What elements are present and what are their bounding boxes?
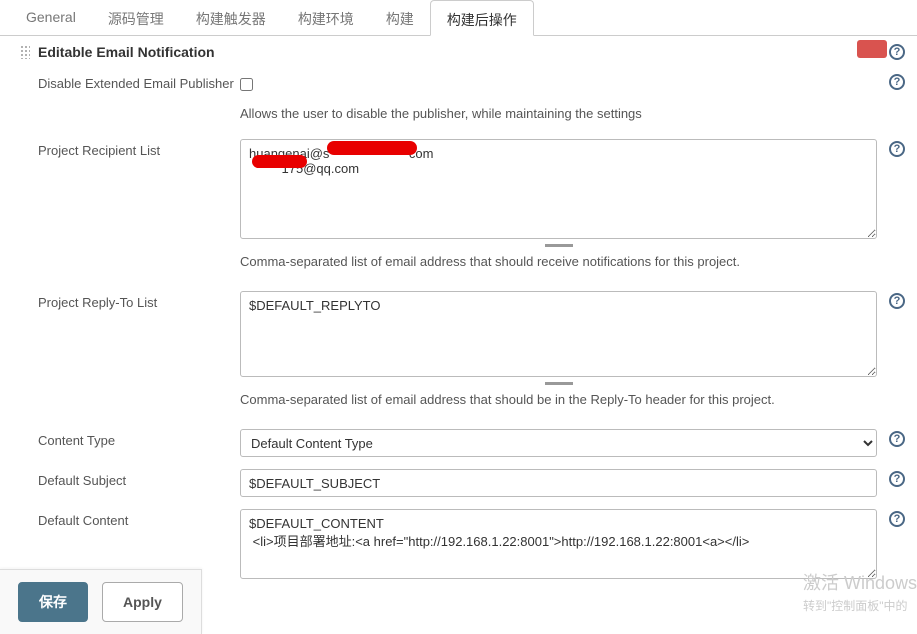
tab-scm[interactable]: 源码管理 [92,0,180,35]
checkbox-disable-publisher[interactable] [240,78,253,91]
label-recipient-list: Project Recipient List [38,139,240,158]
textarea-recipient-list[interactable] [240,139,877,239]
help-icon[interactable] [889,511,905,527]
help-icon[interactable] [889,471,905,487]
bottom-action-bar: 保存 Apply [0,569,202,634]
help-icon[interactable] [889,141,905,157]
row-default-subject: Default Subject [0,463,917,503]
label-default-content: Default Content [38,509,240,528]
save-button[interactable]: 保存 [18,582,88,622]
label-content-type: Content Type [38,429,240,448]
label-disable-publisher: Disable Extended Email Publisher [38,72,240,91]
watermark-sub: 转到"控制面板"中的 [803,597,917,614]
section-email-notification: Editable Email Notification [0,36,917,66]
desc-disable-publisher: Allows the user to disable the publisher… [240,102,877,131]
input-default-subject[interactable] [240,469,877,497]
tab-postbuild[interactable]: 构建后操作 [430,0,534,36]
row-disable-desc: Allows the user to disable the publisher… [0,100,917,133]
drag-handle-icon[interactable] [20,45,30,59]
row-disable-publisher: Disable Extended Email Publisher [0,66,917,100]
section-title: Editable Email Notification [38,44,215,60]
help-icon[interactable] [889,431,905,447]
help-icon[interactable] [889,44,905,60]
help-icon[interactable] [889,293,905,309]
delete-section-button[interactable] [857,40,887,58]
tab-env[interactable]: 构建环境 [282,0,370,35]
resize-grip-icon[interactable]: ▬▬▬ [240,377,877,388]
row-content-type: Content Type Default Content Type [0,423,917,463]
row-replyto-list: Project Reply-To List ▬▬▬ Comma-separate… [0,285,917,423]
help-icon[interactable] [889,74,905,90]
tab-general[interactable]: General [10,0,92,35]
label-replyto-list: Project Reply-To List [38,291,240,310]
apply-button[interactable]: Apply [102,582,183,622]
desc-replyto-list: Comma-separated list of email address th… [240,388,877,417]
config-tabs: General 源码管理 构建触发器 构建环境 构建 构建后操作 [0,0,917,36]
desc-recipient-list: Comma-separated list of email address th… [240,250,877,279]
row-recipient-list: Project Recipient List ▬▬▬ Comma-separat… [0,133,917,285]
textarea-replyto-list[interactable] [240,291,877,377]
select-content-type[interactable]: Default Content Type [240,429,877,457]
textarea-default-content[interactable] [240,509,877,579]
tab-triggers[interactable]: 构建触发器 [180,0,282,35]
tab-build[interactable]: 构建 [370,0,430,35]
resize-grip-icon[interactable]: ▬▬▬ [240,239,877,250]
label-default-subject: Default Subject [38,469,240,488]
